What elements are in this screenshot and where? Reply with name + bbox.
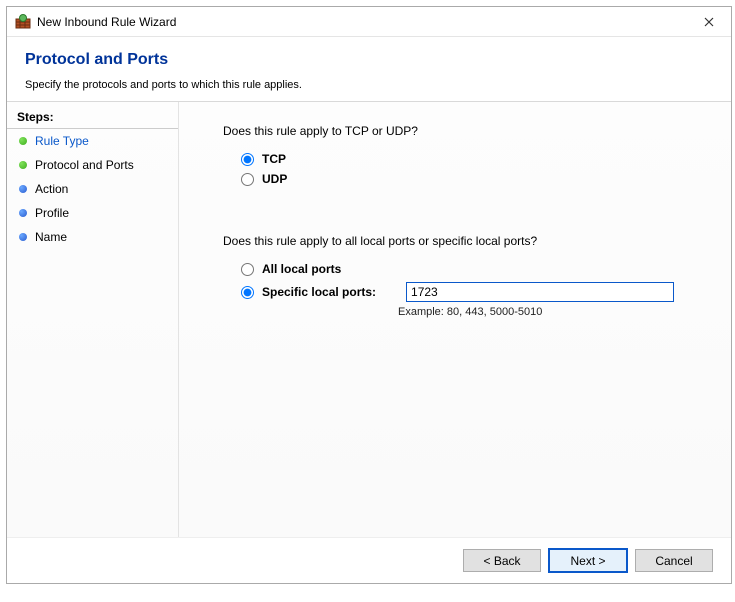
radio-all-ports-label: All local ports bbox=[262, 262, 341, 276]
bullet-icon bbox=[19, 185, 27, 193]
question-protocol: Does this rule apply to TCP or UDP? bbox=[223, 124, 705, 138]
header: Protocol and Ports Specify the protocols… bbox=[7, 37, 731, 102]
radio-udp-label: UDP bbox=[262, 172, 287, 186]
page-heading: Protocol and Ports bbox=[25, 51, 713, 69]
step-profile[interactable]: Profile bbox=[7, 201, 178, 225]
body: Steps: Rule Type Protocol and Ports Acti… bbox=[7, 102, 731, 537]
radio-udp[interactable] bbox=[241, 173, 254, 186]
window-title: New Inbound Rule Wizard bbox=[37, 15, 686, 29]
radio-specific-ports-row: Specific local ports: bbox=[223, 282, 705, 302]
step-label: Name bbox=[35, 230, 67, 244]
page-subtitle: Specify the protocols and ports to which… bbox=[25, 79, 713, 91]
close-button[interactable] bbox=[686, 7, 731, 36]
specific-ports-input[interactable] bbox=[406, 282, 674, 302]
step-label: Protocol and Ports bbox=[35, 158, 134, 172]
bullet-icon bbox=[19, 137, 27, 145]
steps-label: Steps: bbox=[7, 108, 178, 129]
titlebar: New Inbound Rule Wizard bbox=[7, 7, 731, 37]
radio-all-ports-row: All local ports bbox=[223, 262, 705, 276]
radio-specific-ports-label: Specific local ports: bbox=[262, 285, 376, 299]
step-label: Rule Type bbox=[35, 134, 89, 148]
bullet-icon bbox=[19, 209, 27, 217]
radio-udp-row: UDP bbox=[223, 172, 705, 186]
step-name[interactable]: Name bbox=[7, 225, 178, 249]
back-button[interactable]: < Back bbox=[463, 549, 541, 572]
step-label: Profile bbox=[35, 206, 69, 220]
content-panel: Does this rule apply to TCP or UDP? TCP … bbox=[179, 102, 731, 537]
bullet-icon bbox=[19, 161, 27, 169]
radio-tcp-label: TCP bbox=[262, 152, 286, 166]
question-ports: Does this rule apply to all local ports … bbox=[223, 234, 705, 248]
step-protocol-ports[interactable]: Protocol and Ports bbox=[7, 153, 178, 177]
steps-sidebar: Steps: Rule Type Protocol and Ports Acti… bbox=[7, 102, 179, 537]
radio-all-ports[interactable] bbox=[241, 263, 254, 276]
step-action[interactable]: Action bbox=[7, 177, 178, 201]
footer: < Back Next > Cancel bbox=[7, 537, 731, 583]
wizard-window: New Inbound Rule Wizard Protocol and Por… bbox=[6, 6, 732, 584]
step-rule-type[interactable]: Rule Type bbox=[7, 129, 178, 153]
bullet-icon bbox=[19, 233, 27, 241]
radio-tcp[interactable] bbox=[241, 153, 254, 166]
cancel-button[interactable]: Cancel bbox=[635, 549, 713, 572]
ports-example: Example: 80, 443, 5000-5010 bbox=[223, 306, 705, 318]
radio-specific-ports[interactable] bbox=[241, 286, 254, 299]
step-label: Action bbox=[35, 182, 68, 196]
radio-tcp-row: TCP bbox=[223, 152, 705, 166]
next-button[interactable]: Next > bbox=[549, 549, 627, 572]
firewall-icon bbox=[15, 14, 31, 30]
